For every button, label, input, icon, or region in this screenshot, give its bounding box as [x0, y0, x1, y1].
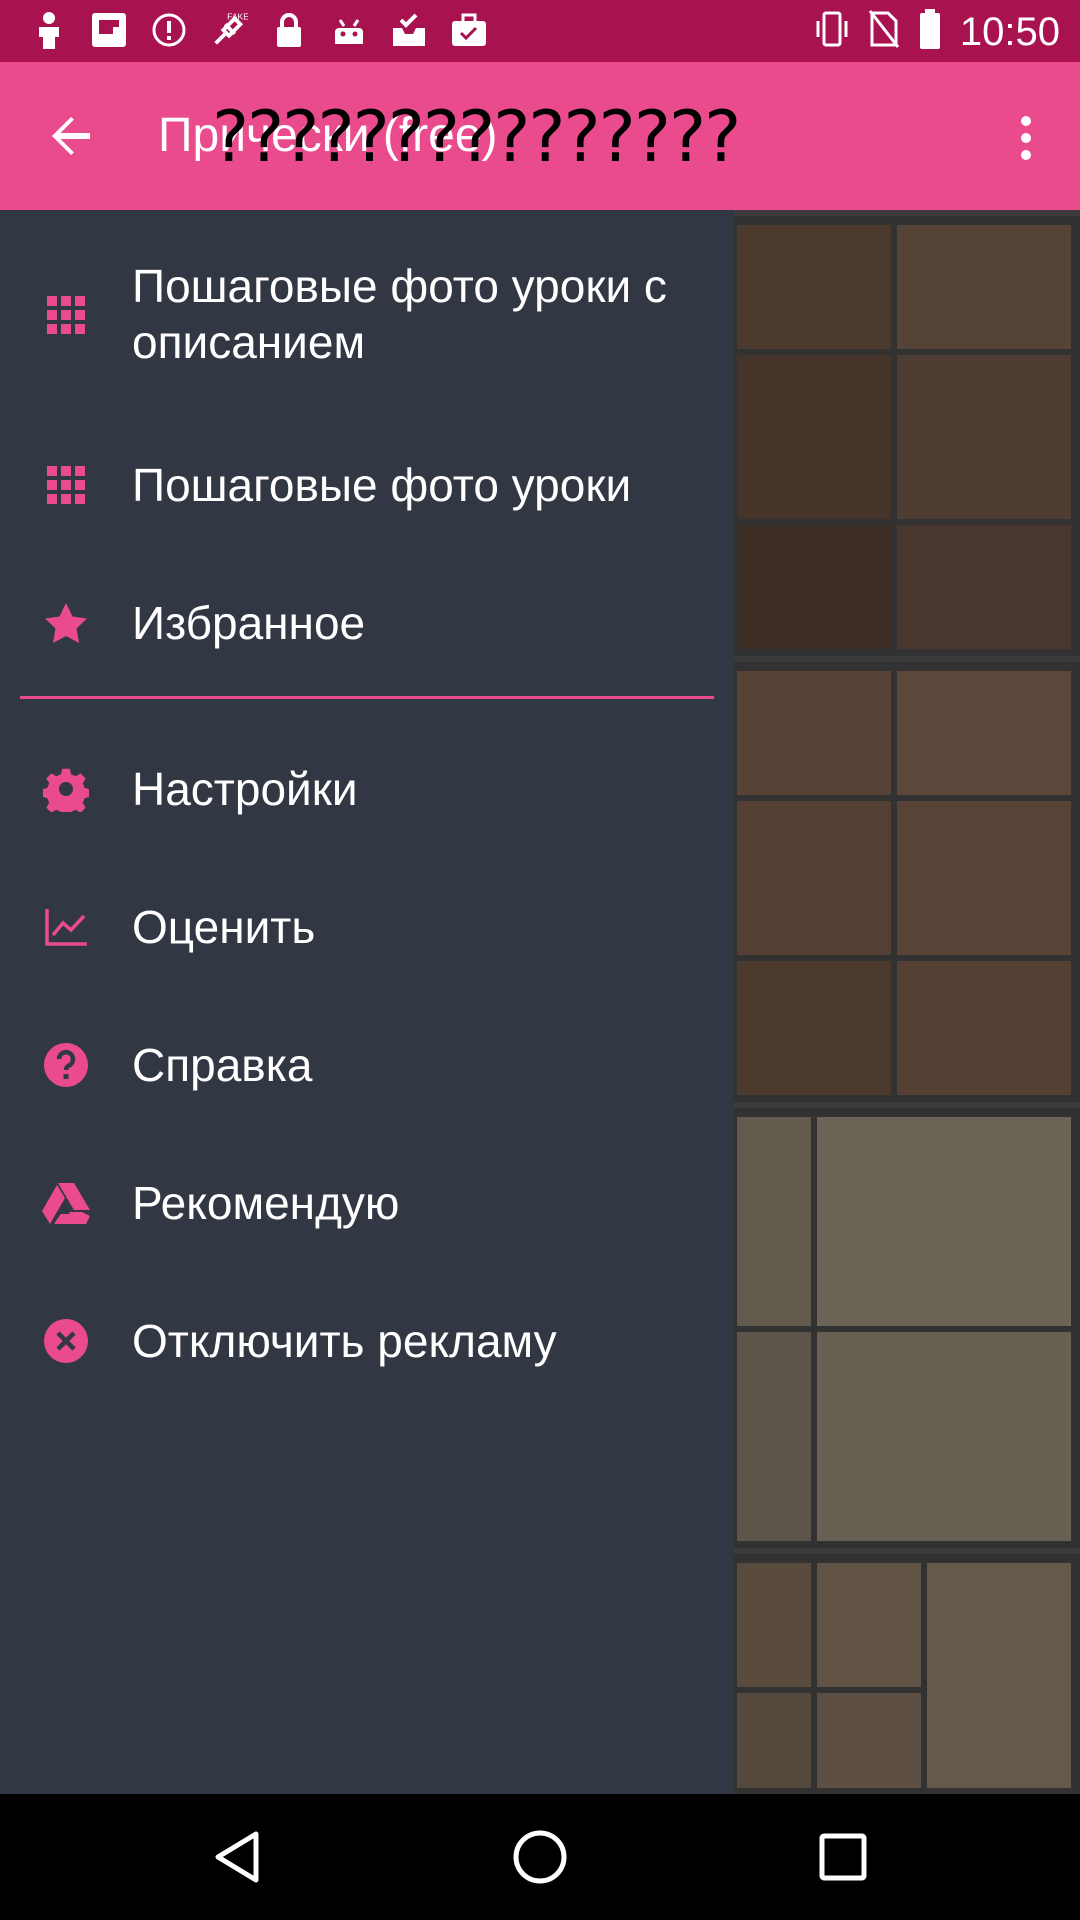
status-right: 10:50: [814, 8, 1060, 55]
drawer-item-photo-lessons-described[interactable]: Пошаговые фото уроки с описанием: [0, 250, 734, 380]
arrow-back-icon: [52, 117, 90, 155]
vibrate-icon: [814, 9, 850, 54]
drawer-item-label: Пошаговые фото уроки: [132, 459, 632, 511]
back-triangle-icon: [215, 1831, 259, 1883]
svg-text:FAKE: FAKE: [227, 12, 248, 22]
drive-icon: [40, 1177, 92, 1229]
grid-icon: [40, 459, 92, 511]
chart-line-icon: [40, 901, 92, 953]
system-home-button[interactable]: [507, 1824, 573, 1890]
drawer-item-help[interactable]: Справка: [0, 1020, 734, 1110]
drawer-item-favorites[interactable]: Избранное: [0, 578, 734, 668]
status-time: 10:50: [959, 9, 1060, 54]
drawer-item-label: Настройки: [132, 763, 358, 815]
more-options-button[interactable]: [1002, 110, 1050, 166]
star-icon: [40, 597, 92, 649]
drawer-item-recommend[interactable]: Рекомендую: [0, 1158, 734, 1248]
drawer-item-photo-lessons[interactable]: Пошаговые фото уроки: [0, 440, 734, 530]
drawer-item-label: Отключить рекламу: [132, 1315, 557, 1367]
drawer-item-label: Оценить: [132, 901, 316, 953]
navigation-drawer: Пошаговые фото уроки с описанием Пошагов…: [0, 210, 734, 1794]
drawer-item-label: Пошаговые фото уроки с описанием: [132, 260, 667, 368]
drawer-divider: [20, 696, 714, 699]
close-circle-icon: [40, 1315, 92, 1367]
drawer-item-disable-ads[interactable]: Отключить рекламу: [0, 1296, 734, 1386]
person-icon: [30, 10, 68, 50]
android-icon: [330, 10, 368, 50]
title-glyph-overlay: ???????????????: [212, 96, 741, 178]
drawer-item-label: Рекомендую: [132, 1177, 400, 1229]
drawer-item-settings[interactable]: Настройки: [0, 744, 734, 834]
drawer-item-rate[interactable]: Оценить: [0, 882, 734, 972]
app-bar: Прически (free) ???????????????: [0, 62, 1080, 210]
system-nav-bar: [0, 1794, 1080, 1920]
inbox-check-icon: [390, 10, 428, 50]
alert-icon: [150, 10, 188, 50]
drawer-item-label: Справка: [132, 1039, 313, 1091]
more-vert-icon: [1021, 116, 1031, 126]
no-sim-icon: [868, 9, 900, 54]
lock-icon: [270, 10, 308, 50]
recents-square-icon: [819, 1833, 867, 1881]
system-back-button[interactable]: [204, 1824, 270, 1890]
battery-icon: [918, 8, 942, 55]
status-icons: FAKE: [30, 10, 488, 50]
system-recents-button[interactable]: [810, 1824, 876, 1890]
briefcase-icon: [450, 10, 488, 50]
flipboard-icon: [90, 10, 128, 50]
fake-gps-icon: FAKE: [210, 10, 248, 50]
back-button[interactable]: [38, 102, 106, 170]
home-circle-icon: [513, 1830, 567, 1884]
gear-icon: [40, 763, 92, 815]
drawer-item-label: Избранное: [132, 597, 366, 649]
help-circle-icon: [40, 1039, 92, 1091]
grid-icon: [40, 289, 92, 341]
status-bar: FAKE 10:50: [0, 0, 1080, 62]
